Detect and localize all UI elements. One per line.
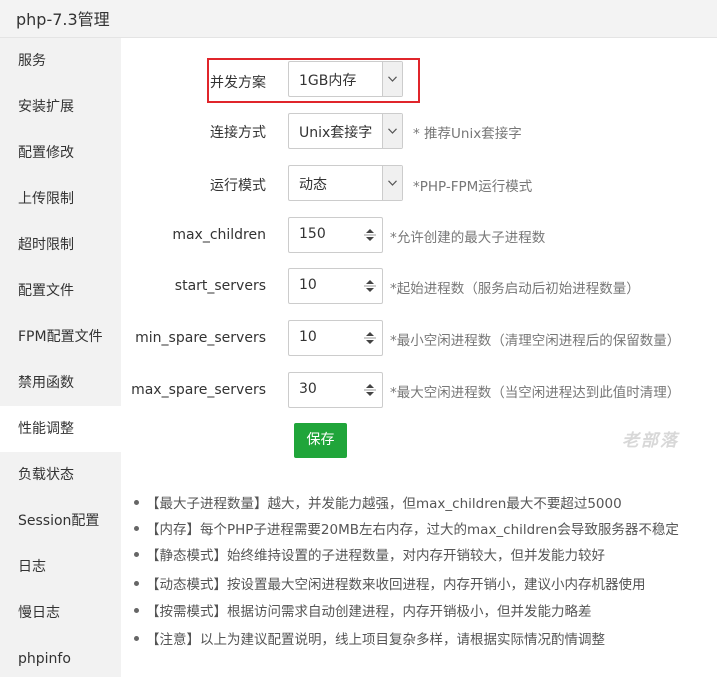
run-mode-value: 动态: [299, 177, 327, 193]
start-servers-input[interactable]: 10: [288, 268, 383, 304]
run-mode-hint: *PHP-FPM运行模式: [413, 179, 533, 195]
max-children-value: 150: [299, 226, 326, 242]
list-item: 【注意】以上为建议配置说明，线上项目复杂多样，请根据实际情况酌情调整: [134, 628, 605, 648]
max-spare-servers-label: max_spare_servers: [131, 382, 266, 398]
list-item: 【静态模式】始终维持设置的子进程数量，对内存开销较大，但并发能力较好: [134, 544, 605, 564]
note-text: 【按需模式】根据访问需求自动创建进程，内存开销极小，但并发能力略差: [146, 604, 592, 620]
connection-hint: * 推荐Unix套接字: [413, 126, 522, 142]
list-item: 【最大子进程数量】越大，并发能力越强，但max_children最大不要超过50…: [134, 492, 622, 512]
run-mode-select[interactable]: 动态: [288, 165, 403, 201]
note-text: 【注意】以上为建议配置说明，线上项目复杂多样，请根据实际情况酌情调整: [146, 632, 605, 648]
note-text: 【静态模式】始终维持设置的子进程数量，对内存开销较大，但并发能力较好: [146, 548, 605, 564]
min-spare-servers-label: min_spare_servers: [135, 330, 266, 346]
max-spare-servers-value: 30: [299, 381, 317, 397]
note-text: 【内存】每个PHP子进程需要20MB左右内存，过大的max_children会导…: [146, 522, 679, 538]
list-item: 【按需模式】根据访问需求自动创建进程，内存开销极小，但并发能力略差: [134, 600, 592, 620]
connection-dropdown-button[interactable]: [382, 114, 402, 148]
max-children-hint: *允许创建的最大子进程数: [390, 230, 546, 246]
bullet-icon: [134, 500, 139, 505]
sidebar-item-performance[interactable]: 性能调整: [0, 406, 121, 452]
start-servers-value: 10: [299, 277, 317, 293]
number-spinner-icon[interactable]: [364, 278, 376, 294]
title-bar: php-7.3管理: [0, 0, 717, 38]
min-spare-servers-hint: *最小空闲进程数（清理空闲进程后的保留数量）: [390, 333, 681, 349]
sidebar-item-slow-log[interactable]: 慢日志: [0, 590, 121, 636]
max-spare-servers-hint: *最大空闲进程数（当空闲进程达到此值时清理）: [390, 385, 681, 401]
list-item: 【动态模式】按设置最大空闲进程数来收回进程，内存开销小，建议小内存机器使用: [134, 573, 646, 593]
max-spare-servers-input[interactable]: 30: [288, 372, 383, 408]
max-children-input[interactable]: 150: [288, 217, 383, 253]
min-spare-servers-input[interactable]: 10: [288, 320, 383, 356]
run-mode-dropdown-button[interactable]: [382, 166, 402, 200]
connection-value: Unix套接字: [299, 125, 373, 141]
number-spinner-icon[interactable]: [364, 227, 376, 243]
chevron-down-icon: [388, 180, 397, 186]
bullet-icon: [134, 581, 139, 586]
window-title: php-7.3管理: [16, 10, 110, 29]
list-item: 【内存】每个PHP子进程需要20MB左右内存，过大的max_children会导…: [134, 518, 679, 538]
bullet-icon: [134, 636, 139, 641]
bullet-icon: [134, 608, 139, 613]
start-servers-label: start_servers: [174, 278, 266, 294]
number-spinner-icon[interactable]: [364, 382, 376, 398]
sidebar-item-phpinfo[interactable]: phpinfo: [0, 636, 121, 682]
chevron-down-icon: [388, 128, 397, 134]
number-spinner-icon[interactable]: [364, 330, 376, 346]
run-mode-label: 运行模式: [210, 178, 266, 194]
start-servers-hint: *起始进程数（服务启动后初始进程数量）: [390, 281, 640, 297]
sidebar-item-load-status[interactable]: 负载状态: [0, 452, 121, 498]
note-text: 【最大子进程数量】越大，并发能力越强，但max_children最大不要超过50…: [146, 496, 622, 512]
sidebar-item-log[interactable]: 日志: [0, 544, 121, 590]
bullet-icon: [134, 526, 139, 531]
max-children-label: max_children: [172, 227, 266, 243]
min-spare-servers-value: 10: [299, 329, 317, 345]
save-button[interactable]: 保存: [294, 423, 347, 458]
note-text: 【动态模式】按设置最大空闲进程数来收回进程，内存开销小，建议小内存机器使用: [146, 577, 646, 593]
watermark-logo: 老部落: [622, 431, 679, 451]
highlight-box: [207, 58, 420, 103]
sidebar-item-session-config[interactable]: Session配置: [0, 498, 121, 544]
connection-label: 连接方式: [210, 125, 266, 141]
bullet-icon: [134, 552, 139, 557]
connection-select[interactable]: Unix套接字: [288, 113, 403, 149]
